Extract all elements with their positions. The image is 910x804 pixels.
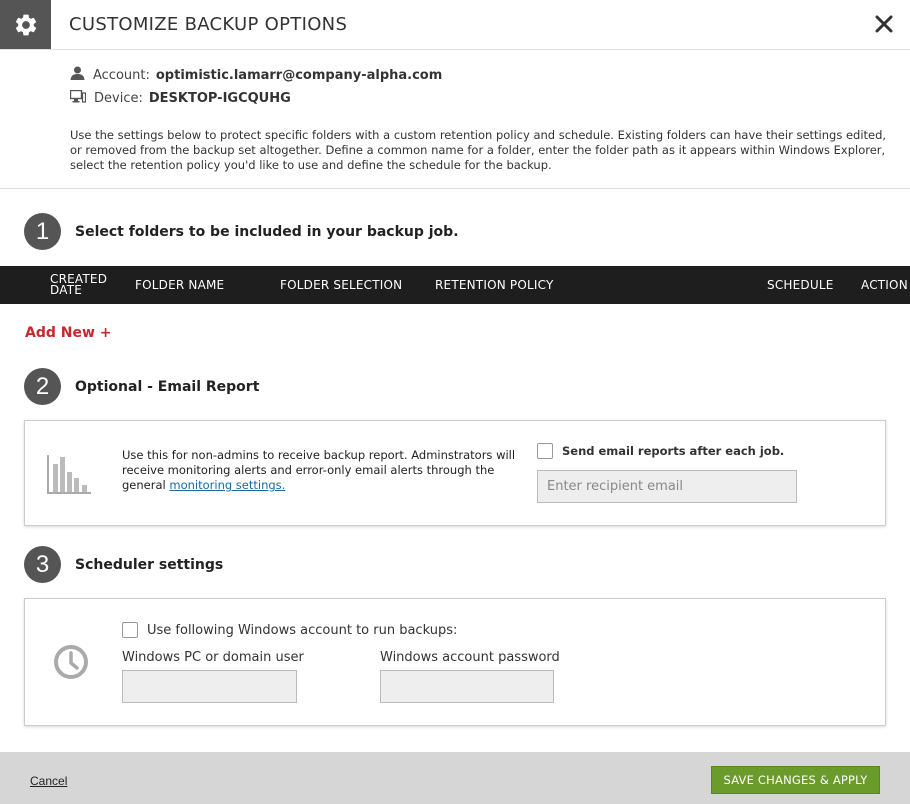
column-action[interactable]: ACTION [861, 266, 908, 304]
column-schedule[interactable]: SCHEDULE [767, 266, 834, 304]
account-row: Account: optimistic.lamarr@company-alpha… [70, 66, 442, 84]
column-folder-selection[interactable]: FOLDER SELECTION [280, 266, 402, 304]
windows-account-checkbox-label[interactable]: Use following Windows account to run bac… [147, 623, 457, 638]
scheduler-panel: Use following Windows account to run bac… [24, 598, 886, 726]
clock-icon [53, 644, 89, 684]
account-label: Account: [93, 67, 150, 83]
step-number: 3 [24, 546, 61, 583]
intro-description: Use the settings below to protect specif… [70, 128, 887, 172]
step-3-heading: 3 Scheduler settings [24, 546, 223, 583]
windows-account-checkbox[interactable] [122, 622, 138, 638]
windows-user-input[interactable] [122, 670, 297, 703]
step-number: 1 [24, 213, 61, 250]
email-report-description: Use this for non-admins to receive backu… [122, 448, 522, 493]
gear-icon [0, 0, 51, 49]
send-email-checkbox-row[interactable]: Send email reports after each job. [537, 443, 784, 459]
step-1-heading: 1 Select folders to be included in your … [24, 213, 459, 250]
bar-chart-icon [47, 454, 91, 498]
monitoring-settings-link[interactable]: monitoring settings. [169, 478, 285, 492]
add-new-link[interactable]: Add New + [25, 325, 112, 341]
windows-password-label: Windows account password [380, 650, 560, 665]
step-number: 2 [24, 368, 61, 405]
windows-user-label: Windows PC or domain user [122, 650, 304, 665]
column-created-date[interactable]: CREATED DATE [50, 266, 107, 304]
folder-table-header: CREATED DATE FOLDER NAME FOLDER SELECTIO… [0, 266, 910, 304]
dialog-title: CUSTOMIZE BACKUP OPTIONS [69, 14, 348, 35]
step-title: Optional - Email Report [75, 378, 260, 395]
device-label: Device: [94, 91, 143, 106]
device-value: DESKTOP-IGCQUHG [148, 91, 291, 106]
monitor-icon [69, 89, 87, 107]
device-row: Device: DESKTOP-IGCQUHG [69, 89, 291, 107]
step-title: Scheduler settings [75, 556, 224, 573]
send-email-checkbox-label[interactable]: Send email reports after each job. [562, 444, 784, 458]
column-folder-name[interactable]: FOLDER NAME [135, 266, 224, 304]
recipient-email-input[interactable]: Enter recipient email [537, 470, 797, 503]
dialog-footer: Cancel SAVE CHANGES & APPLY [0, 752, 910, 804]
step-title: Select folders to be included in your ba… [75, 223, 459, 240]
step-2-heading: 2 Optional - Email Report [24, 368, 259, 405]
send-email-checkbox[interactable] [537, 443, 553, 459]
email-report-panel: Use this for non-admins to receive backu… [24, 420, 886, 526]
save-changes-button[interactable]: SAVE CHANGES & APPLY [711, 766, 880, 794]
windows-account-checkbox-row[interactable]: Use following Windows account to run bac… [122, 622, 457, 638]
account-value: optimistic.lamarr@company-alpha.com [155, 67, 443, 83]
user-icon [70, 66, 85, 84]
dialog-header: CUSTOMIZE BACKUP OPTIONS [0, 0, 910, 50]
close-icon[interactable] [874, 14, 894, 34]
windows-password-input[interactable] [380, 670, 554, 703]
column-retention-policy[interactable]: RETENTION POLICY [435, 266, 554, 304]
cancel-link[interactable]: Cancel [30, 774, 67, 788]
column-created-date-line2: DATE [50, 283, 83, 297]
divider [0, 188, 910, 189]
